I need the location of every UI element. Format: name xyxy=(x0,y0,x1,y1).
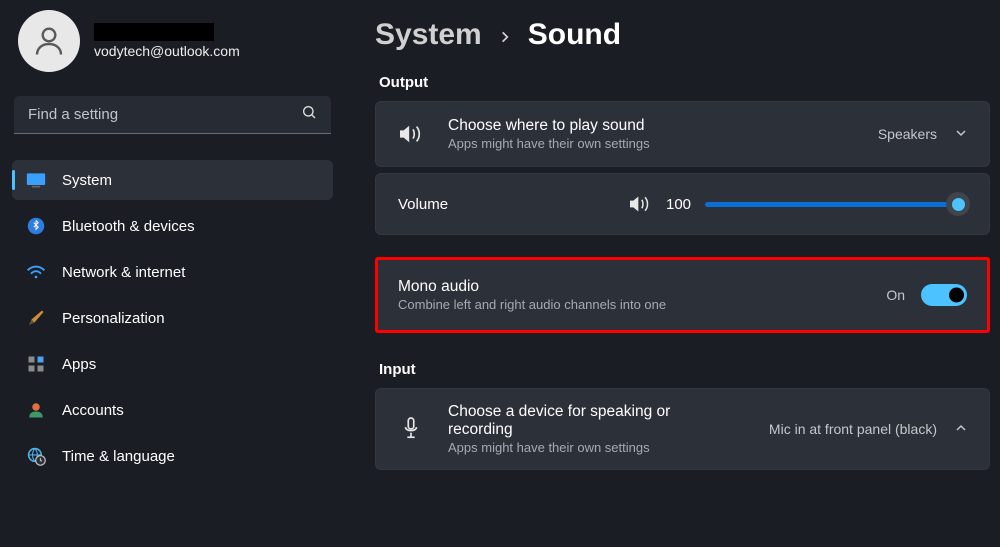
user-email: vodytech@outlook.com xyxy=(94,43,327,59)
card-texts: Choose where to play sound Apps might ha… xyxy=(448,117,878,151)
nav-label: Accounts xyxy=(62,402,124,419)
slider-thumb[interactable] xyxy=(946,192,970,216)
breadcrumb: System Sound xyxy=(375,18,990,52)
section-input-label: Input xyxy=(379,361,990,378)
card-right: On xyxy=(886,284,967,306)
sidebar: vodytech@outlook.com Find a setting Syst… xyxy=(0,0,345,547)
section-output-label: Output xyxy=(379,74,990,91)
card-texts: Mono audio Combine left and right audio … xyxy=(398,278,886,312)
volume-value: 100 xyxy=(666,196,691,213)
sidebar-item-system[interactable]: System xyxy=(12,160,333,200)
sidebar-item-personalization[interactable]: Personalization xyxy=(12,298,333,338)
volume-label: Volume xyxy=(398,196,628,213)
card-right: Speakers xyxy=(878,125,969,144)
search-placeholder: Find a setting xyxy=(28,106,301,123)
card-title: Mono audio xyxy=(398,278,886,296)
search-input[interactable]: Find a setting xyxy=(14,96,331,134)
person-icon xyxy=(31,23,67,59)
clock-globe-icon xyxy=(26,446,46,466)
microphone-icon xyxy=(396,416,426,442)
volume-card: Volume 100 xyxy=(375,173,990,235)
mono-state: On xyxy=(886,287,905,303)
volume-slider[interactable] xyxy=(705,202,967,207)
chevron-down-icon xyxy=(953,125,969,144)
brush-icon xyxy=(26,308,46,328)
sidebar-item-accounts[interactable]: Accounts xyxy=(12,390,333,430)
chevron-up-icon xyxy=(953,420,969,439)
nav-label: Apps xyxy=(62,356,96,373)
toggle-knob xyxy=(949,288,964,303)
mono-toggle[interactable] xyxy=(921,284,967,306)
nav-label: Time & language xyxy=(62,448,175,465)
breadcrumb-current: Sound xyxy=(528,18,621,52)
card-title: Choose where to play sound xyxy=(448,117,878,135)
sidebar-item-bluetooth[interactable]: Bluetooth & devices xyxy=(12,206,333,246)
monitor-icon xyxy=(26,170,46,190)
sidebar-item-apps[interactable]: Apps xyxy=(12,344,333,384)
accounts-icon xyxy=(26,400,46,420)
card-subtitle: Combine left and right audio channels in… xyxy=(398,297,886,312)
card-subtitle: Apps might have their own settings xyxy=(448,440,769,455)
wifi-icon xyxy=(26,262,46,282)
main-content: System Sound Output Choose where to play… xyxy=(345,0,1000,547)
nav-list: System Bluetooth & devices Network & int… xyxy=(12,160,333,476)
input-device-card[interactable]: Choose a device for speaking or recordin… xyxy=(375,388,990,470)
search-icon xyxy=(301,104,317,125)
card-right: Mic in at front panel (black) xyxy=(769,420,969,439)
output-device-card[interactable]: Choose where to play sound Apps might ha… xyxy=(375,101,990,167)
bluetooth-icon xyxy=(26,216,46,236)
breadcrumb-parent[interactable]: System xyxy=(375,18,482,52)
card-subtitle: Apps might have their own settings xyxy=(448,136,878,151)
sidebar-item-network[interactable]: Network & internet xyxy=(12,252,333,292)
nav-label: Personalization xyxy=(62,310,165,327)
output-value: Speakers xyxy=(878,126,937,142)
nav-label: Bluetooth & devices xyxy=(62,218,195,235)
user-name xyxy=(94,23,214,41)
speaker-icon xyxy=(396,123,426,145)
avatar xyxy=(18,10,80,72)
speaker-icon[interactable] xyxy=(628,194,652,214)
nav-label: System xyxy=(62,172,112,189)
sidebar-item-time[interactable]: Time & language xyxy=(12,436,333,476)
apps-icon xyxy=(26,354,46,374)
chevron-right-icon xyxy=(498,24,512,50)
user-section[interactable]: vodytech@outlook.com xyxy=(12,10,333,96)
card-title: Choose a device for speaking or recordin… xyxy=(448,403,718,439)
input-value: Mic in at front panel (black) xyxy=(769,421,937,437)
user-info: vodytech@outlook.com xyxy=(94,23,327,59)
mono-audio-card[interactable]: Mono audio Combine left and right audio … xyxy=(375,257,990,333)
nav-label: Network & internet xyxy=(62,264,185,281)
card-texts: Choose a device for speaking or recordin… xyxy=(448,403,769,455)
